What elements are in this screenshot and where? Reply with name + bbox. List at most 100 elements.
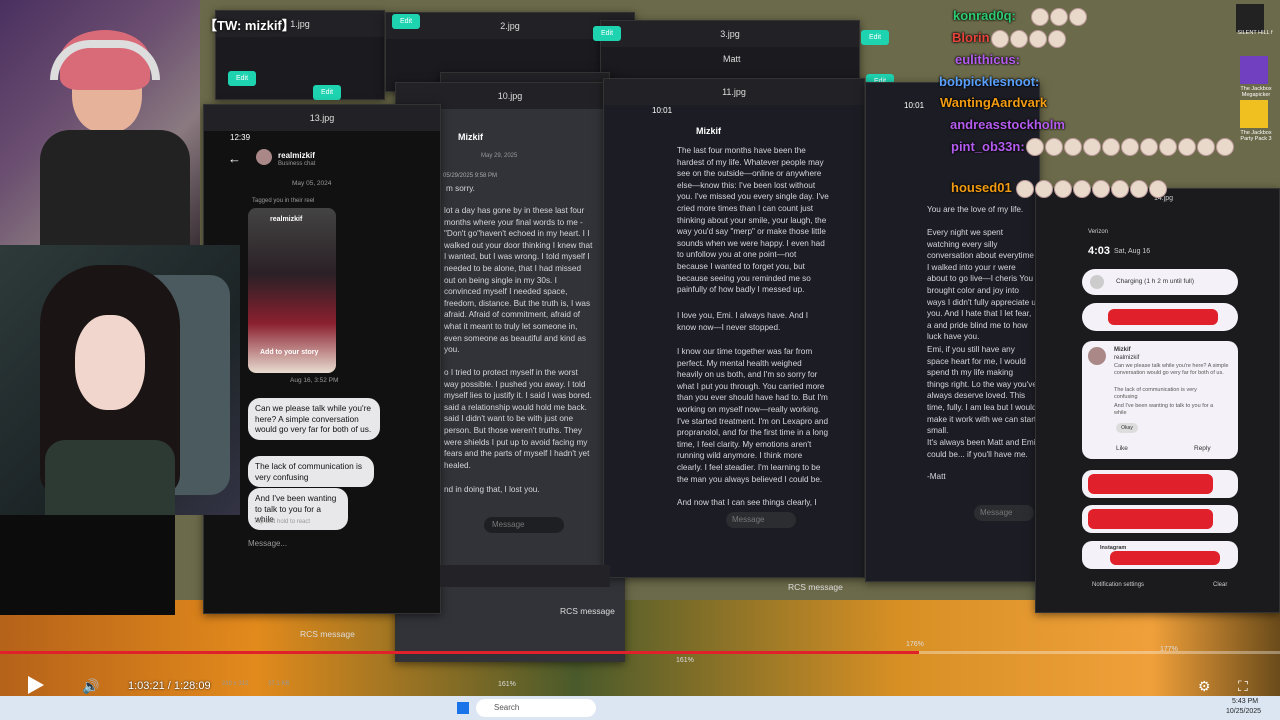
rcs-input[interactable]: RCS message [300, 629, 355, 639]
notification-app: Mizkif [1114, 347, 1131, 353]
image-dimensions: 210 x 312 [222, 681, 249, 687]
image-window-14[interactable]: 14.jpg Verizon 4:03 Sat, Aug 16 Charging… [1035, 188, 1280, 613]
content-warning-tag: 【TW: mizkif】 [204, 18, 295, 33]
sidebar-game[interactable] [1240, 56, 1268, 84]
notification-instagram[interactable]: Instagram [1082, 541, 1238, 569]
zoom-label: 161% [498, 681, 516, 688]
image-window-11[interactable]: 11.jpg 10:01 Mizkif The last four months… [603, 78, 865, 578]
like-action[interactable]: Like [1116, 445, 1128, 452]
avatar [1088, 347, 1106, 365]
chat-user: konrad0q: [953, 8, 1016, 23]
rcs-input[interactable]: RCS message [560, 606, 615, 616]
image-window-12[interactable]: 10:01 You are the love of my life. Every… [865, 82, 1040, 582]
message-date: May 29, 2025 [481, 153, 518, 159]
message-opening: m sorry. [446, 184, 475, 193]
fullscreen-icon[interactable]: ⛶ [1238, 678, 1248, 695]
message-paragraph: Emi, if you still have any space heart f… [927, 345, 1037, 436]
chat-emote-row [1015, 180, 1167, 198]
chat-username: housed01 [951, 180, 1012, 195]
chat-username: andreasstockholm [950, 117, 1065, 132]
reply-action[interactable]: Reply [1194, 445, 1211, 452]
streamer-body [40, 130, 190, 245]
notification-redacted[interactable] [1082, 505, 1238, 533]
message-input[interactable]: Message [974, 505, 1034, 521]
chat-name: realmizkif [278, 151, 315, 160]
redaction [1088, 509, 1213, 529]
message-input[interactable]: Message [726, 512, 796, 528]
reel-user: realmizkif [270, 216, 303, 223]
window-title: 13.jpg [204, 105, 440, 131]
clock: 4:03 [1088, 245, 1111, 257]
redaction [1110, 551, 1220, 565]
start-icon[interactable] [457, 702, 469, 714]
add-story-label[interactable]: Add to your story [260, 349, 318, 356]
windows-taskbar: Search 5:43 PM 10/25/2025 [0, 696, 1280, 720]
discord-username: Mizkif [696, 126, 722, 136]
avatar [256, 149, 272, 165]
chat-user: housed01 [951, 180, 1012, 195]
chat-username: eulithicus: [955, 52, 1021, 67]
edit-button[interactable]: Edit [593, 26, 621, 41]
notification-line: And I've been wanting to talk to you for… [1114, 403, 1214, 416]
battery-icon [1090, 275, 1104, 289]
time-display: 1:03:21 / 1:28:09 [128, 680, 211, 692]
rcs-input[interactable]: RCS message [788, 582, 843, 592]
chat-username: bobpicklesnoot: [939, 74, 1040, 89]
message-bubble: Can we please talk while you're here? A … [248, 398, 380, 440]
sidebar-game[interactable] [1240, 100, 1268, 128]
volume-icon[interactable]: 🔊 [82, 678, 99, 695]
status-time: 10:01 [652, 106, 673, 115]
window-title: 11.jpg [604, 79, 864, 105]
message-timestamp: 05/29/2025 9:58 PM [443, 173, 498, 179]
chat-emote-row [1030, 8, 1087, 26]
image-window-3[interactable]: 3.jpg Matt [600, 20, 860, 80]
settings-icon[interactable]: ⚙ [1198, 678, 1211, 695]
notification-mizkif[interactable]: Mizkif realmizkif Can we please talk whi… [1082, 341, 1238, 459]
message-paragraph: I know our time together was far from pe… [677, 347, 829, 484]
okay-chip[interactable]: Okay [1116, 423, 1138, 433]
play-button[interactable] [28, 676, 44, 694]
message-bubble: The lack of communication is very confus… [248, 456, 374, 487]
notification-x[interactable] [1082, 303, 1238, 331]
chat-user: bobpicklesnoot: [939, 74, 1039, 89]
notification-redacted[interactable] [1082, 470, 1238, 498]
webcam-bottom [0, 245, 240, 515]
chat-user: pint_ob33n: [951, 139, 1025, 154]
chat-emote-row [990, 30, 1066, 48]
message-date: May 05, 2024 [292, 180, 332, 187]
clear-button[interactable]: Clear [1213, 582, 1227, 588]
image-filesize: 37.1 KB [268, 681, 290, 687]
edit-button[interactable]: Edit [313, 85, 341, 100]
taskbar-search[interactable]: Search [476, 699, 596, 717]
chat-emote-row [1025, 138, 1234, 156]
contact-name: Matt [723, 54, 741, 64]
chat-username: WantingAardvark [940, 95, 1048, 110]
carrier-label: Verizon [1088, 229, 1109, 235]
notification-line: Can we please talk while you're here? A … [1114, 363, 1229, 376]
message-input[interactable]: Message [484, 517, 564, 533]
edit-button[interactable]: Edit [392, 14, 420, 29]
message-paragraph: It's always been Matt and Emi could be..… [927, 438, 1036, 459]
charging-pill[interactable]: Charging (1 h 2 m until full) [1082, 269, 1238, 295]
tagged-note: Tagged you in their reel [252, 198, 315, 204]
sidebar-game[interactable] [1236, 4, 1264, 32]
message-paragraph: And now that I can see things clearly, I [677, 498, 817, 507]
streamer-face [75, 315, 145, 410]
progress-fill [0, 651, 920, 654]
tray-date: 10/25/2025 [1226, 708, 1262, 715]
back-arrow-icon[interactable]: ← [228, 151, 241, 166]
message-paragraph: I love you, Emi. I always have. And I kn… [677, 311, 809, 332]
chat-user: Blorin [952, 30, 990, 45]
message-input[interactable]: Message... [248, 539, 287, 548]
status-time: 10:01 [904, 101, 925, 110]
black-overlay [0, 515, 175, 615]
viewer-toolbar [440, 565, 610, 587]
date: Sat, Aug 16 [1114, 248, 1151, 255]
sidebar-game-label: The Jackbox Party Pack 3 [1240, 130, 1272, 142]
progress-track[interactable] [0, 651, 1280, 654]
notification-settings-link[interactable]: Notification settings [1092, 582, 1144, 588]
edit-button[interactable]: Edit [861, 30, 889, 45]
message-paragraph: The last four months have been the harde… [677, 146, 829, 295]
sidebar-game-label: The Jackbox Megapicker [1240, 86, 1272, 98]
edit-button[interactable]: Edit [228, 71, 256, 86]
